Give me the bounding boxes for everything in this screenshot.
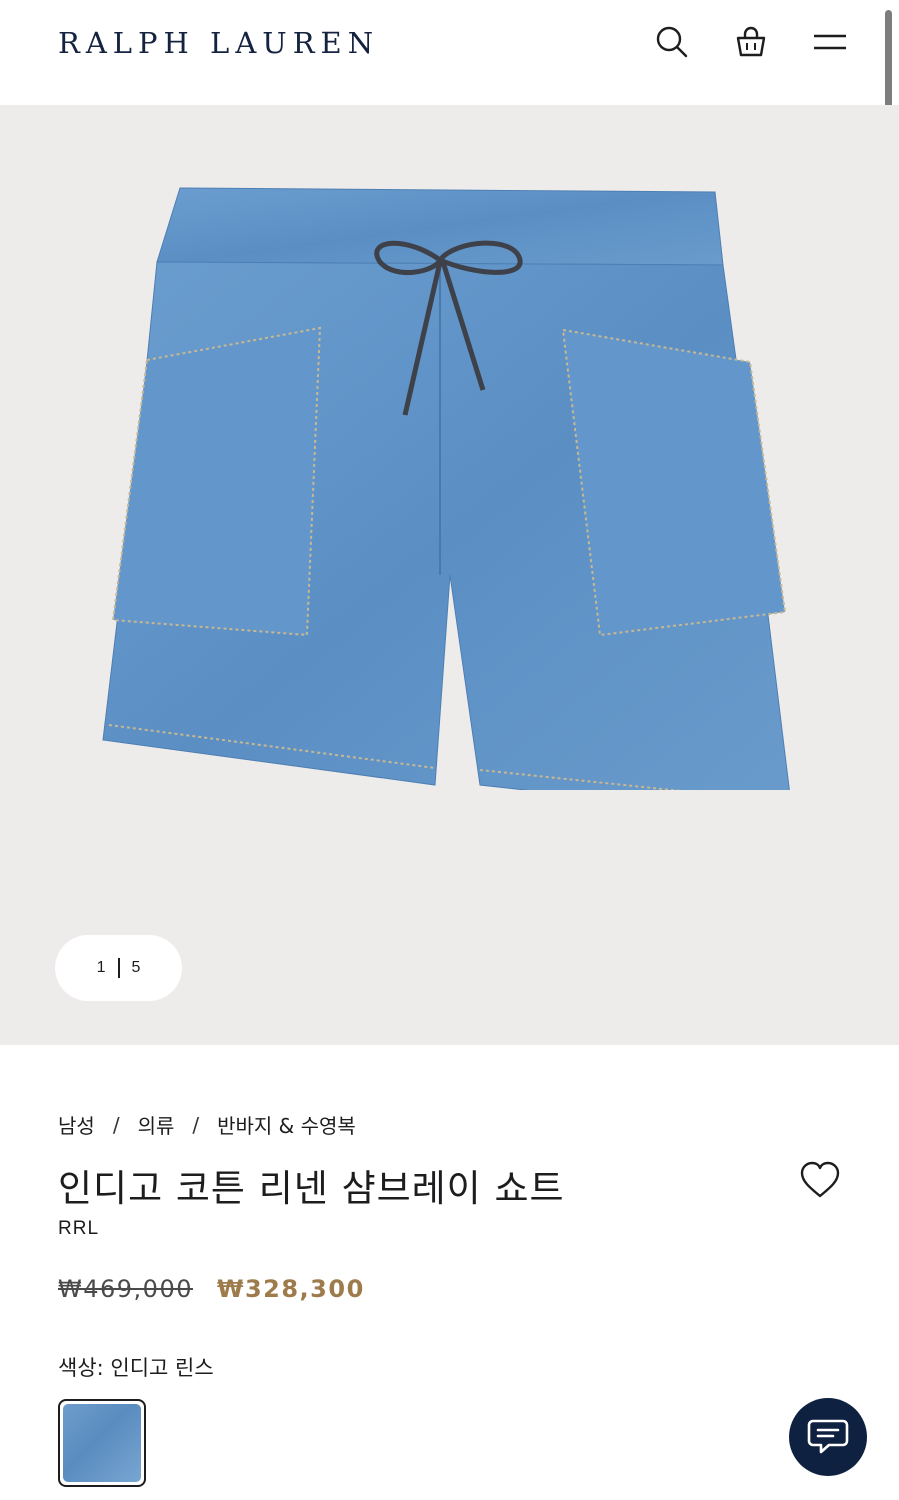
image-counter-total: 5: [131, 959, 141, 976]
color-swatch-fill: [63, 1404, 141, 1482]
sale-price: ₩328,300: [216, 1275, 365, 1303]
image-counter-divider: [117, 958, 120, 978]
ralph-lauren-logo[interactable]: RALPH LAUREN: [58, 26, 379, 60]
color-row: 색상: 인디고 린스: [58, 1352, 214, 1382]
price-row: ₩469,000 ₩328,300: [58, 1275, 365, 1303]
shopping-bag-icon[interactable]: [731, 22, 771, 62]
product-image-shorts: [102, 187, 790, 790]
original-price: ₩469,000: [58, 1275, 193, 1303]
breadcrumb: 남성 / 의류 / 반바지 & 수영복: [58, 1110, 356, 1139]
breadcrumb-item-men[interactable]: 남성: [58, 1110, 95, 1139]
wishlist-heart-icon[interactable]: [796, 1156, 844, 1204]
breadcrumb-item-shorts-swimwear[interactable]: 반바지 & 수영복: [217, 1110, 356, 1139]
site-header: RALPH LAUREN: [0, 0, 899, 105]
search-icon[interactable]: [652, 22, 692, 62]
product-image-gallery[interactable]: 1 5: [0, 105, 899, 1045]
image-counter: 1 5: [55, 935, 182, 1001]
menu-icon[interactable]: [810, 22, 850, 62]
breadcrumb-item-clothing[interactable]: 의류: [138, 1110, 175, 1139]
chat-button[interactable]: [789, 1398, 867, 1476]
color-label: 색상:: [58, 1356, 104, 1380]
breadcrumb-separator: /: [112, 1112, 120, 1137]
product-brand: RRL: [58, 1218, 100, 1239]
color-value: 인디고 린스: [110, 1356, 214, 1380]
breadcrumb-separator: /: [192, 1112, 200, 1137]
product-title: 인디고 코튼 리넨 샴브레이 쇼트: [58, 1167, 565, 1210]
image-counter-current: 1: [96, 959, 106, 976]
color-swatch-indigo-rinse[interactable]: [58, 1399, 146, 1487]
chat-bubble-icon: [807, 1419, 849, 1454]
